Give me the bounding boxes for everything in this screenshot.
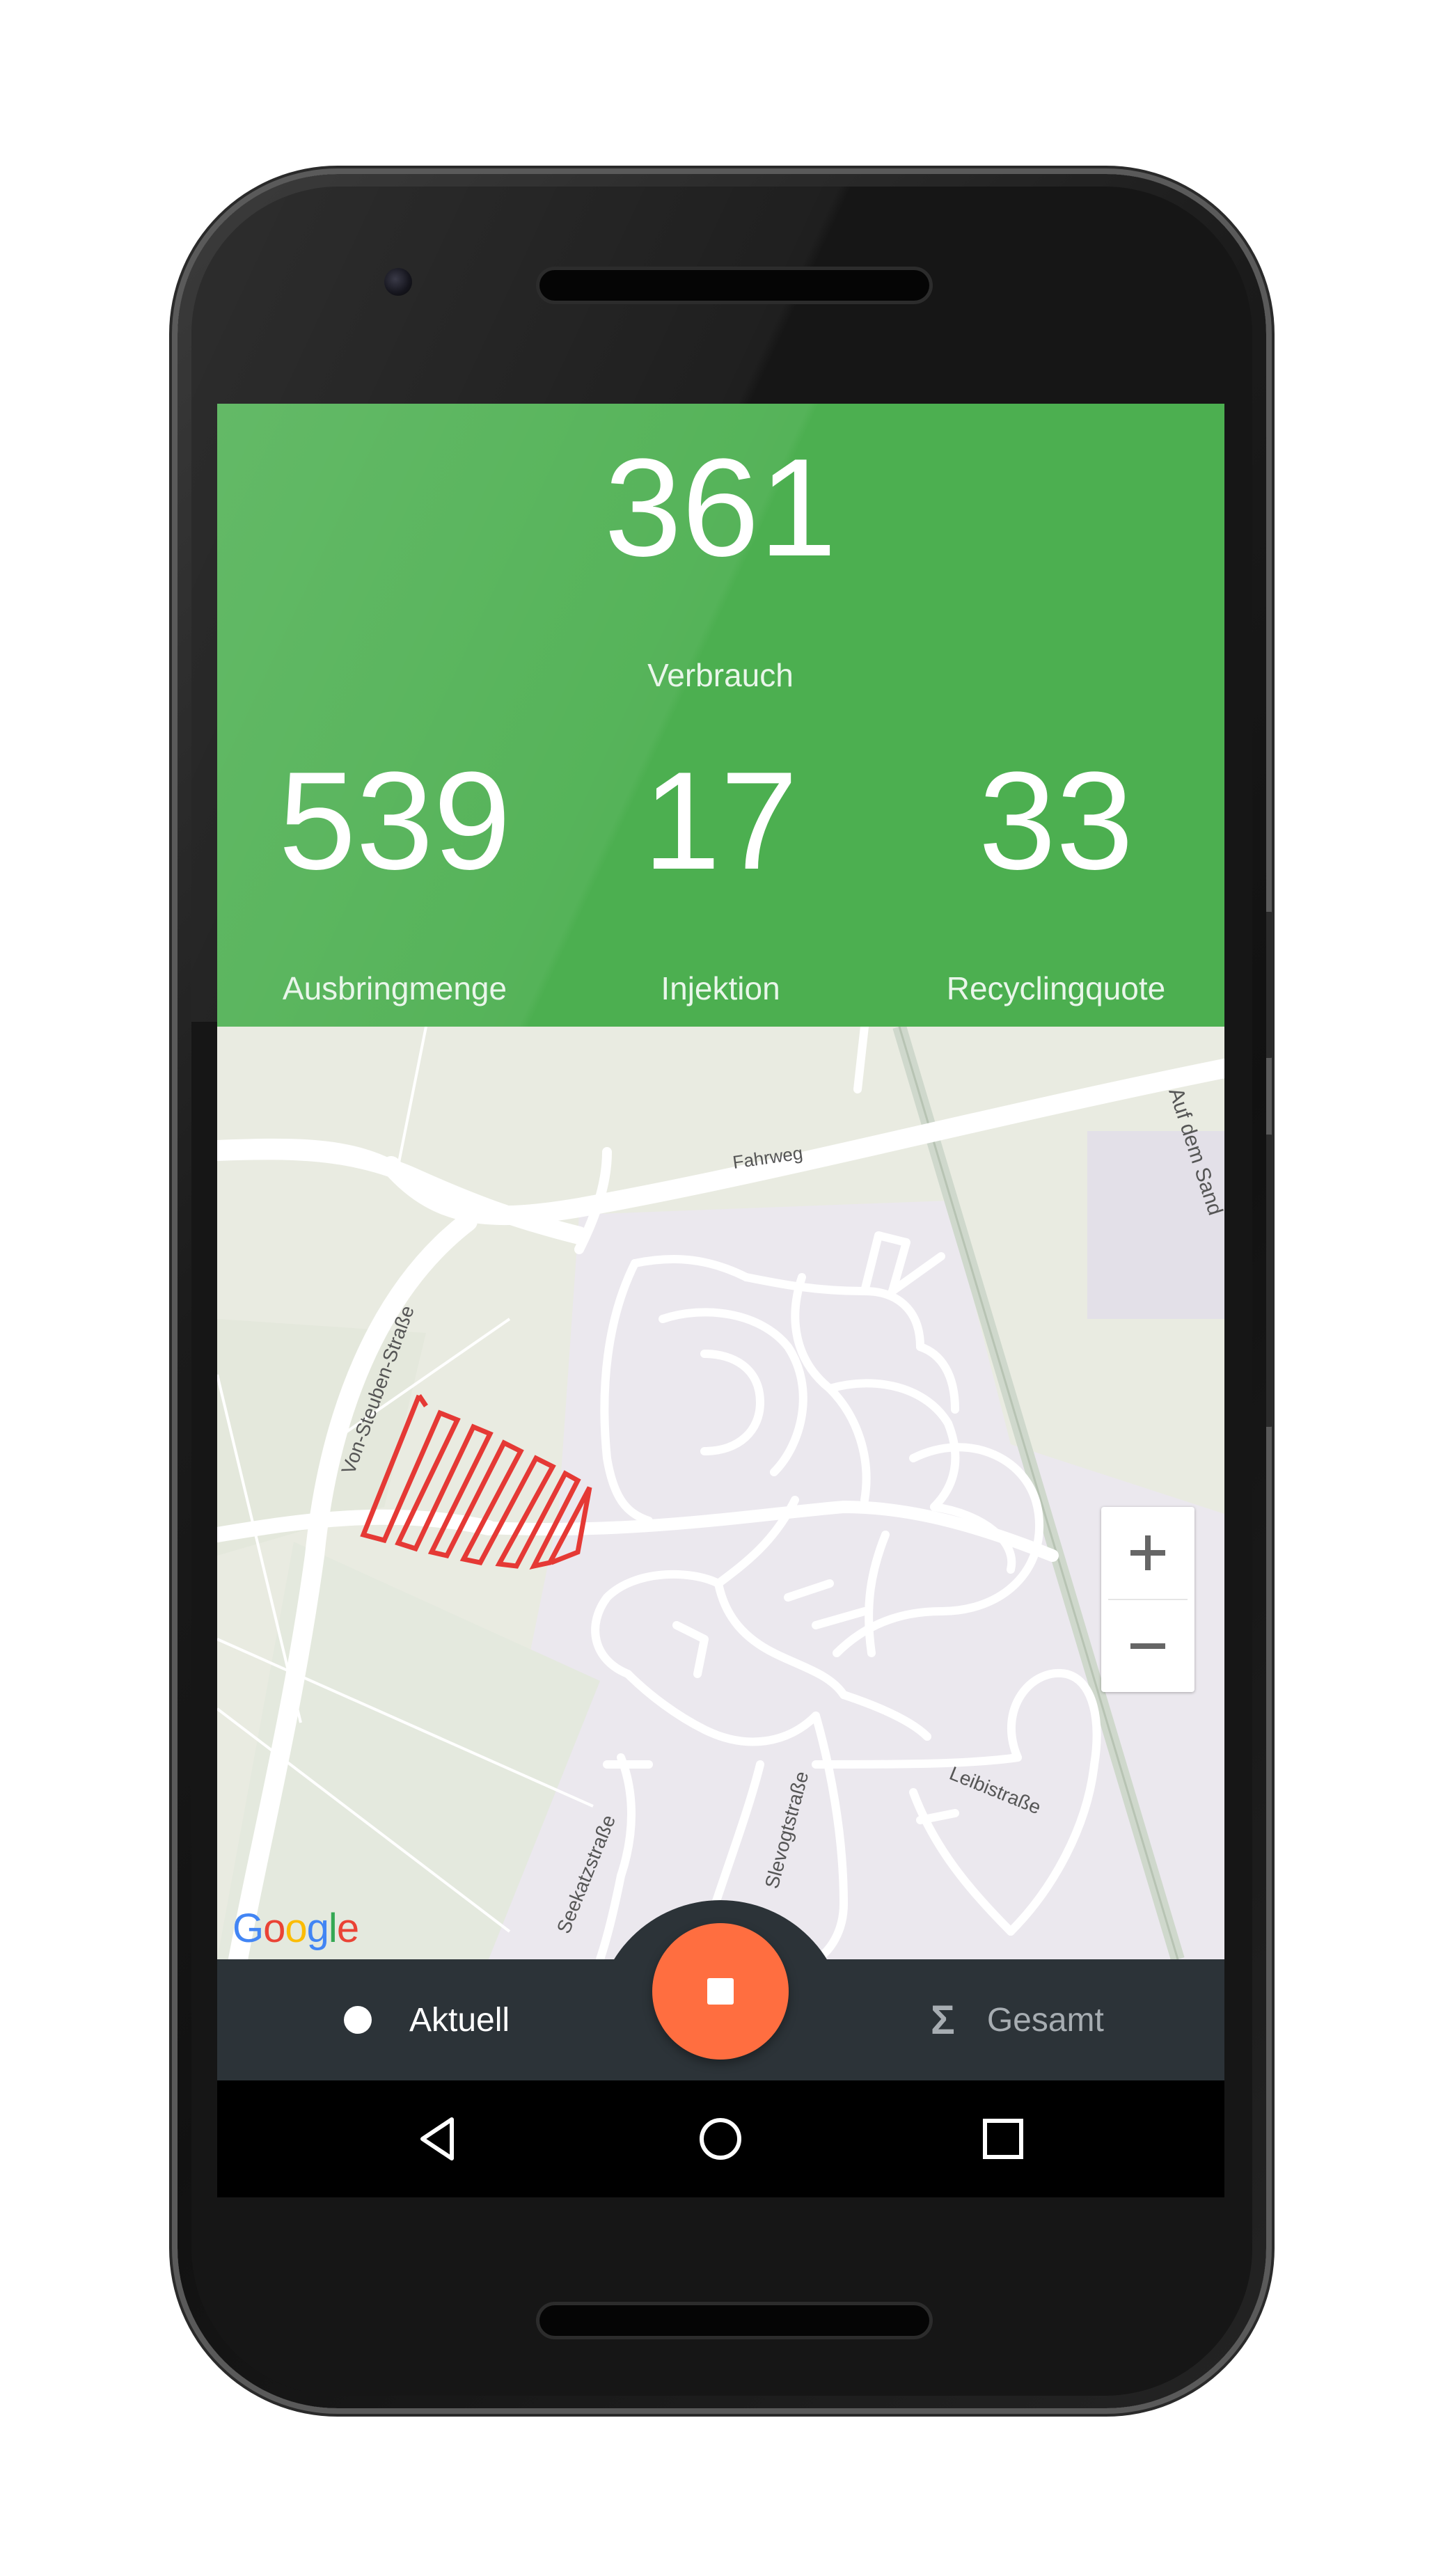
google-attribution: Google	[232, 1906, 359, 1951]
recents-square-icon[interactable]	[975, 2111, 1031, 2167]
earpiece-speaker	[539, 270, 929, 301]
zoom-out-button[interactable]	[1101, 1600, 1194, 1692]
power-button	[1266, 912, 1273, 1058]
application-amount-value: 539	[278, 743, 511, 899]
consumption-label: Verbrauch	[647, 657, 794, 693]
back-triangle-icon[interactable]	[410, 2111, 466, 2167]
front-camera-icon	[384, 268, 412, 296]
minus-icon	[1130, 1643, 1165, 1649]
map-canvas: Fahrweg Auf dem Sand Von-Steuben-Straße …	[217, 1027, 1224, 1959]
stop-icon	[707, 1978, 734, 2005]
zoom-in-button[interactable]	[1101, 1507, 1194, 1599]
tab-total-label: Gesamt	[986, 2001, 1104, 2039]
consumption-value: 361	[604, 430, 837, 585]
app-screen: 361 Verbrauch 539 Ausbringmenge 17 Injek…	[217, 404, 1224, 2197]
recycling-rate-label: Recyclingquote	[946, 970, 1166, 1006]
sigma-icon: Σ	[931, 1997, 955, 2043]
plus-icon	[1130, 1535, 1165, 1570]
recycling-rate-value: 33	[978, 743, 1134, 899]
stats-header: 361 Verbrauch 539 Ausbringmenge 17 Injek…	[217, 404, 1224, 1027]
injection-label: Injektion	[661, 970, 780, 1006]
map-view[interactable]: Fahrweg Auf dem Sand Von-Steuben-Straße …	[217, 1027, 1224, 1959]
injection-value: 17	[642, 743, 798, 899]
system-navigation-bar	[217, 2080, 1224, 2197]
bottom-speaker	[539, 2305, 929, 2336]
tab-current-label: Aktuell	[409, 2001, 510, 2039]
dot-icon	[344, 2006, 372, 2034]
application-amount-label: Ausbringmenge	[282, 970, 507, 1006]
home-circle-icon[interactable]	[693, 2111, 748, 2167]
zoom-controls	[1101, 1507, 1194, 1692]
tab-current[interactable]: Aktuell	[344, 1959, 510, 2080]
volume-button	[1266, 1135, 1273, 1427]
tab-total[interactable]: Σ Gesamt	[931, 1959, 1104, 2080]
stop-recording-button[interactable]	[652, 1923, 789, 2060]
